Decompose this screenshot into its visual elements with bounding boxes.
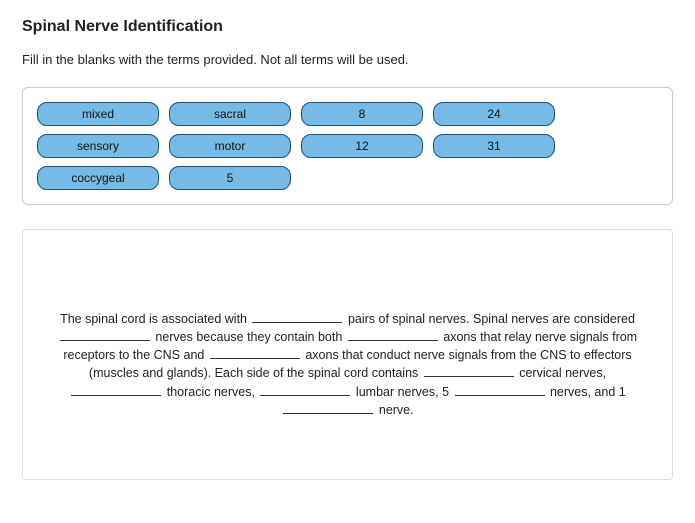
blank-slot[interactable] bbox=[424, 365, 514, 377]
term-bank: mixed sacral 8 24 sensory motor 12 31 coccygeal 5 bbox=[22, 87, 673, 205]
paragraph-text: lumbar nerves, 5 bbox=[352, 385, 452, 399]
term-chip[interactable]: 12 bbox=[301, 134, 423, 158]
fill-blank-paragraph: The spinal cord is associated with pairs… bbox=[22, 229, 673, 480]
term-chip[interactable]: sensory bbox=[37, 134, 159, 158]
term-chip[interactable]: 5 bbox=[169, 166, 291, 190]
paragraph-text: nerves because they contain both bbox=[152, 330, 346, 344]
paragraph-text: nerve. bbox=[375, 403, 413, 417]
blank-slot[interactable] bbox=[455, 384, 545, 396]
term-row: sensory motor 12 31 bbox=[37, 134, 658, 158]
term-chip[interactable]: 31 bbox=[433, 134, 555, 158]
blank-slot[interactable] bbox=[71, 384, 161, 396]
paragraph-text: pairs of spinal nerves. Spinal nerves ar… bbox=[344, 312, 634, 326]
blank-slot[interactable] bbox=[60, 329, 150, 341]
term-chip[interactable]: sacral bbox=[169, 102, 291, 126]
term-row: mixed sacral 8 24 bbox=[37, 102, 658, 126]
term-chip[interactable]: mixed bbox=[37, 102, 159, 126]
term-chip[interactable]: motor bbox=[169, 134, 291, 158]
paragraph-text: The spinal cord is associated with bbox=[60, 312, 250, 326]
blank-slot[interactable] bbox=[283, 402, 373, 414]
paragraph-text: thoracic nerves, bbox=[163, 385, 258, 399]
paragraph-text: nerves, and 1 bbox=[547, 385, 626, 399]
term-chip[interactable]: coccygeal bbox=[37, 166, 159, 190]
blank-slot[interactable] bbox=[260, 384, 350, 396]
blank-slot[interactable] bbox=[348, 329, 438, 341]
blank-slot[interactable] bbox=[252, 311, 342, 323]
instructions-text: Fill in the blanks with the terms provid… bbox=[22, 52, 673, 67]
blank-slot[interactable] bbox=[210, 347, 300, 359]
page-title: Spinal Nerve Identification bbox=[22, 18, 673, 36]
term-chip[interactable]: 24 bbox=[433, 102, 555, 126]
term-row: coccygeal 5 bbox=[37, 166, 658, 190]
term-chip[interactable]: 8 bbox=[301, 102, 423, 126]
paragraph-text: cervical nerves, bbox=[516, 366, 606, 380]
